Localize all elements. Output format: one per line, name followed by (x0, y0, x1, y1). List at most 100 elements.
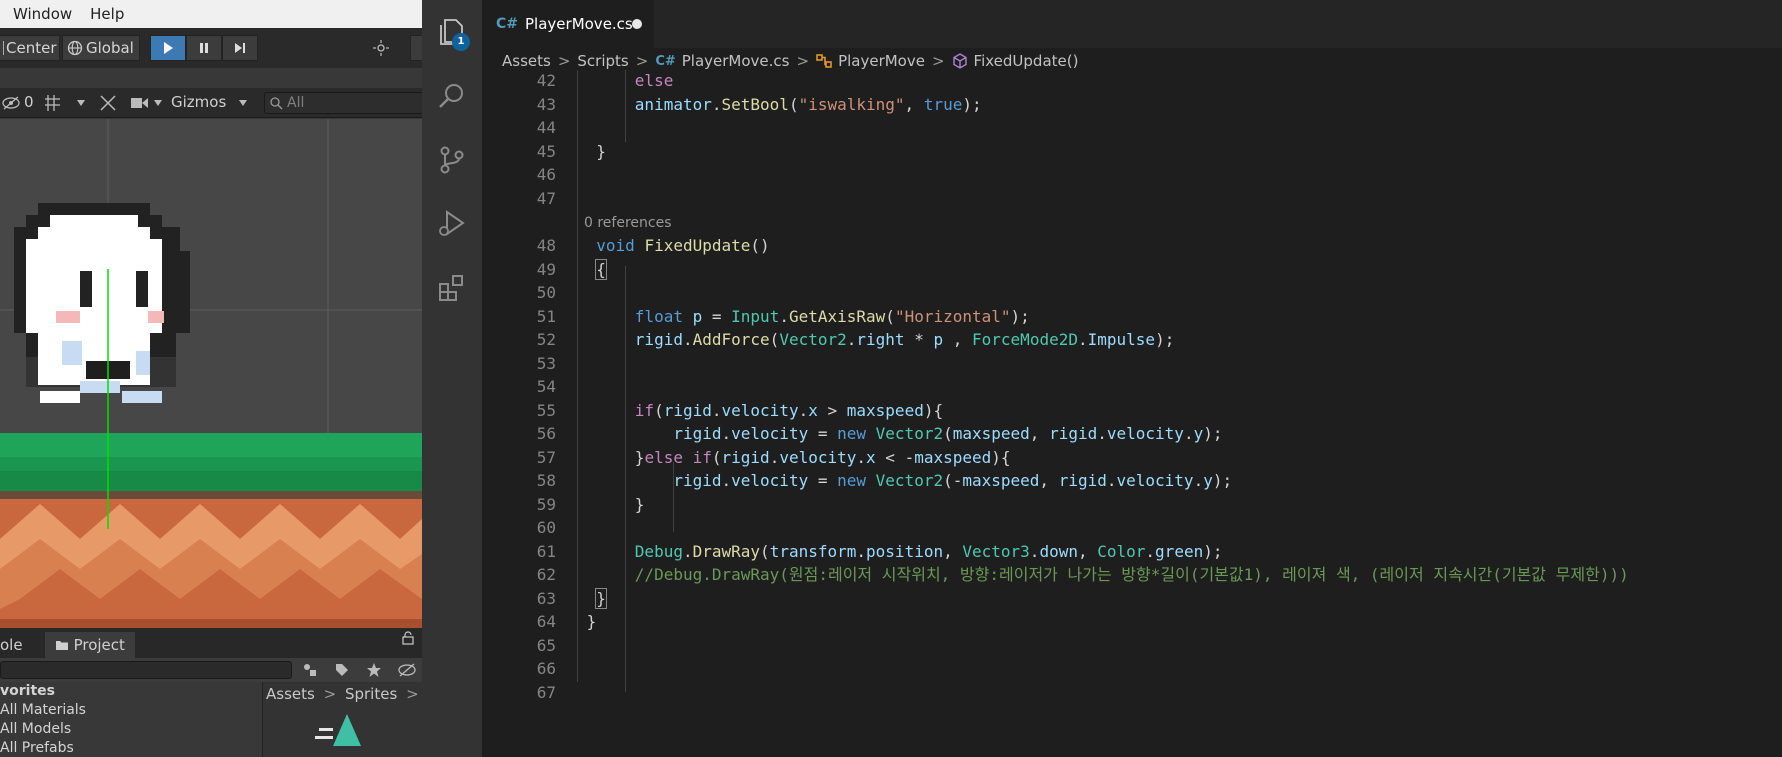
code-line: animator.SetBool("iswalking", true); (634, 94, 982, 114)
line-number: 57 (536, 447, 556, 467)
source-control-icon[interactable] (436, 144, 468, 176)
chevron-down-icon[interactable] (153, 99, 163, 107)
tab-console-label: ole (0, 636, 23, 654)
breadcrumb-item[interactable]: Scripts (577, 52, 628, 70)
tab-project-label: Project (73, 636, 125, 654)
search-icon (270, 97, 283, 110)
step-button[interactable] (222, 35, 258, 61)
line-number: 44 (536, 118, 556, 137)
line-number: 67 (536, 682, 556, 702)
method-symbol-icon (952, 53, 967, 69)
playback-controls (150, 35, 258, 61)
code-line: rigid.velocity = new Vector2(-maxspeed, … (673, 471, 1233, 490)
pivot-label: Center (6, 39, 57, 57)
line-number: 43 (536, 94, 556, 114)
tools-icon[interactable] (98, 93, 118, 113)
star-icon[interactable] (366, 662, 382, 678)
line-number: 47 (536, 188, 556, 208)
layers-button[interactable] (410, 35, 422, 61)
scene-view-toolbar: 0 Gizmos All (0, 88, 422, 118)
line-number: 63 (536, 588, 556, 608)
line-number: 54 (536, 377, 556, 396)
favorites-item[interactable]: All Materials (0, 701, 260, 720)
favorites-item[interactable]: All Models (0, 720, 260, 739)
project-body: vorites All Materials All Models All Pre… (0, 682, 422, 757)
visibility-hidden-icon[interactable] (2, 95, 24, 111)
tab-playermove[interactable]: C# PlayerMove.cs (482, 0, 654, 48)
chevron-right-icon: > (635, 52, 649, 70)
unity-editor: Window Help Center Global 0 Gizmos All o… (0, 0, 422, 757)
line-number: 42 (536, 71, 556, 90)
scene-view-canvas[interactable] (0, 119, 422, 628)
space-global-toggle[interactable]: Global (62, 35, 140, 61)
sprite-asset-thumbnail[interactable] (311, 706, 381, 757)
label-tag-icon[interactable] (334, 662, 350, 678)
camera-icon[interactable] (130, 95, 150, 111)
breadcrumb-item[interactable]: FixedUpdate() (974, 52, 1079, 70)
line-number: 46 (536, 165, 556, 184)
line-number: 48 (536, 236, 556, 255)
extensions-icon[interactable] (436, 272, 468, 304)
unsaved-dot-icon[interactable] (632, 19, 642, 29)
player-sprite (14, 203, 190, 403)
editor-area: C# PlayerMove.cs Assets > Scripts > C# P… (482, 0, 1782, 757)
code-line: }else if(rigid.velocity.x < -maxspeed){ (577, 447, 1011, 467)
code-line: void FixedUpdate() (596, 236, 770, 255)
scene-tab-strip (0, 68, 422, 88)
hidden-count: 0 (24, 93, 34, 111)
breadcrumb-separator: > (406, 685, 419, 703)
tab-filename: PlayerMove.cs (525, 15, 633, 33)
pause-icon (200, 43, 208, 53)
step-icon (235, 43, 245, 53)
assets-breadcrumb: Assets > Sprites > Pl (263, 682, 422, 706)
space-label: Global (86, 39, 134, 57)
pivot-center-toggle[interactable]: Center (0, 35, 60, 61)
chevron-right-icon: > (796, 52, 810, 70)
play-button[interactable] (150, 35, 186, 61)
menu-window[interactable]: Window (0, 5, 80, 23)
lock-icon[interactable] (401, 631, 415, 645)
breadcrumb-item[interactable]: PlayerMove.cs (682, 52, 790, 70)
line-number: 53 (536, 353, 556, 373)
tab-project[interactable]: Project (44, 632, 135, 658)
project-search-input[interactable] (0, 661, 292, 679)
run-debug-icon[interactable] (436, 208, 468, 240)
line-number: 60 (536, 518, 556, 537)
code-line: } (577, 612, 597, 631)
favorites-item[interactable]: All Prefabs (0, 739, 260, 757)
csharp-file-icon: C# (655, 53, 676, 69)
line-number: 51 (536, 306, 556, 326)
bottom-panel-tabs: ole Project (0, 628, 422, 658)
line-number: 58 (536, 471, 556, 490)
menu-help[interactable]: Help (80, 5, 132, 23)
pause-button[interactable] (186, 35, 222, 61)
filter-type-icon[interactable] (302, 662, 318, 678)
chevron-down-icon[interactable] (76, 99, 86, 107)
scene-search-input[interactable]: All (264, 92, 422, 114)
line-number: 65 (536, 635, 556, 655)
hidden-packages-icon[interactable] (398, 662, 416, 678)
vscode-window: 1 C# PlayerMove.cs Assets > Scripts > C#… (422, 0, 1782, 757)
folder-icon (55, 641, 68, 650)
line-number: 59 (536, 494, 556, 514)
code-line: if(rigid.velocity.x > maxspeed){ (634, 400, 944, 420)
line-number: 61 (536, 541, 556, 561)
unity-menubar: Window Help (0, 0, 422, 28)
breadcrumb-item[interactable]: Assets (266, 685, 315, 703)
code-editor[interactable]: 42 43 44 45 46 47 48 49 50 51 52 53 54 5… (482, 70, 1782, 757)
breadcrumb-item[interactable]: Sprites (345, 685, 397, 703)
codelens-references[interactable]: 0 references (584, 214, 672, 232)
pivot-icon (3, 41, 4, 55)
line-number: 55 (536, 400, 556, 420)
breadcrumb-item[interactable]: Assets (502, 52, 551, 70)
light-icon[interactable] (372, 39, 390, 57)
grid-snap-icon[interactable] (44, 93, 66, 113)
gizmos-button[interactable]: Gizmos (171, 93, 226, 111)
favorites-panel: vorites All Materials All Models All Pre… (0, 682, 260, 757)
chevron-down-icon[interactable] (238, 99, 248, 107)
search-icon[interactable] (436, 80, 468, 112)
breadcrumb-item[interactable]: PlayerMove (838, 52, 925, 70)
tab-console[interactable]: ole (0, 632, 33, 658)
code-line: } (577, 141, 606, 161)
favorites-title: vorites (0, 683, 55, 699)
